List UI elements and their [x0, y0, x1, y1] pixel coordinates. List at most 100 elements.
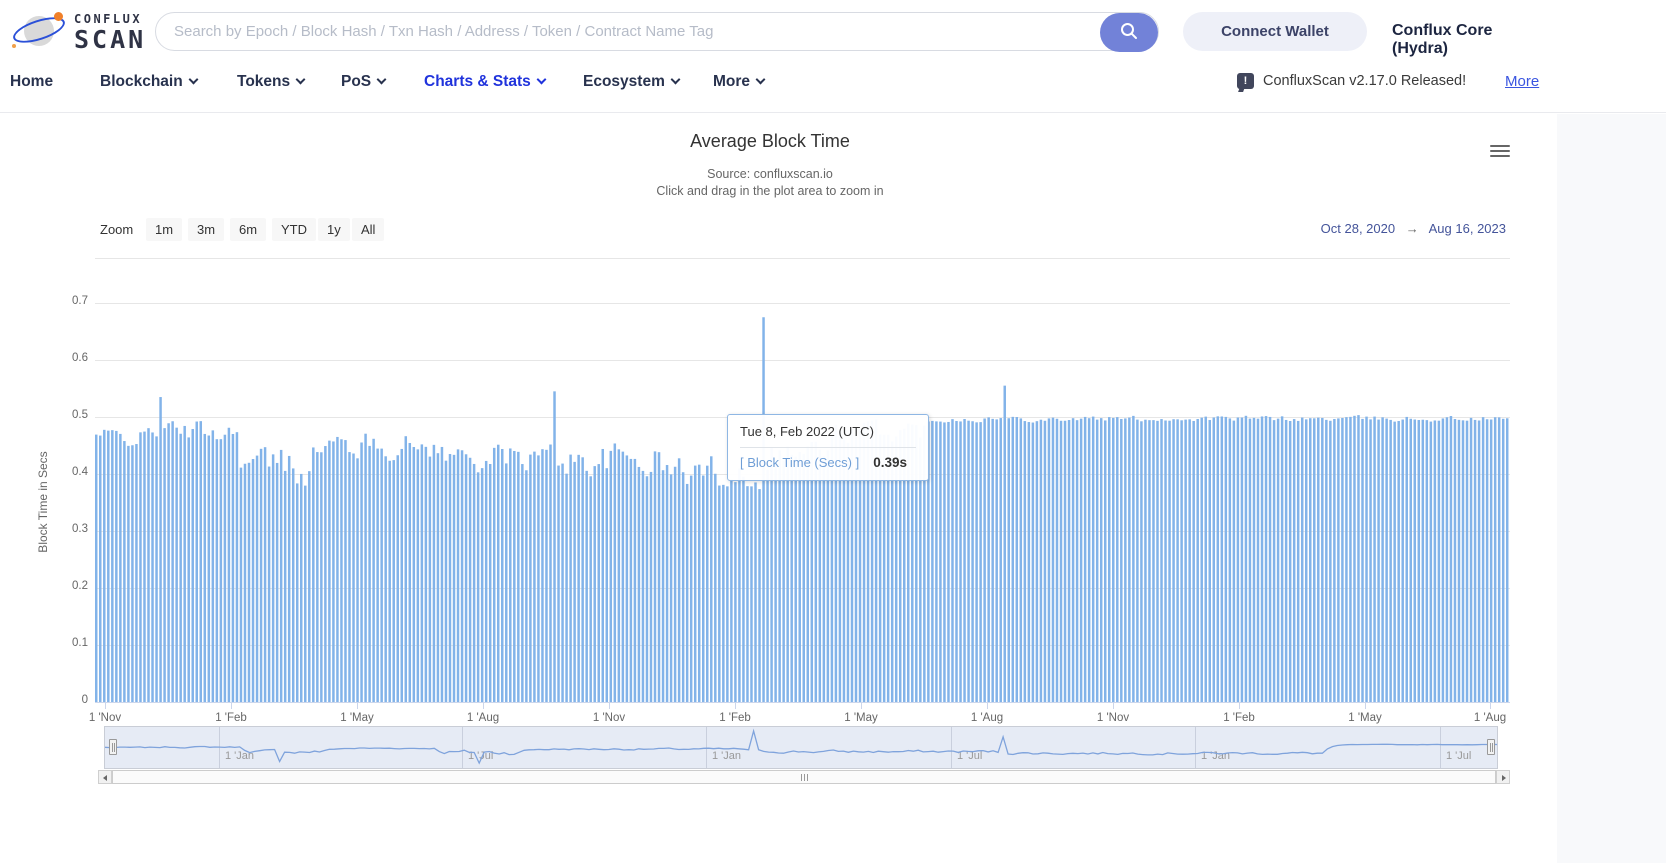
- tooltip-series-label: [ Block Time (Secs) ]: [740, 455, 860, 470]
- y-tick-label: 0.4: [72, 466, 88, 478]
- nav-item-pos[interactable]: PoS: [341, 73, 387, 91]
- tooltip-value: 0.39s: [873, 455, 907, 470]
- range-date-from[interactable]: Oct 28, 2020: [1321, 221, 1395, 236]
- nav-item-label: Tokens: [237, 73, 291, 90]
- x-tick: [1113, 703, 1114, 709]
- planet-star-icon: [12, 44, 16, 48]
- chevron-down-icon: [670, 74, 681, 85]
- navigator-right-handle[interactable]: [1487, 739, 1495, 755]
- logo-line2: SCAN: [74, 25, 147, 54]
- range-dates: Oct 28, 2020 → Aug 16, 2023: [1290, 221, 1506, 236]
- zoom-button-ytd[interactable]: YTD: [272, 218, 316, 241]
- network-selector[interactable]: Conflux Core (Hydra): [1392, 22, 1552, 58]
- navigator-series: [105, 728, 1497, 765]
- logo-text: CONFLUX SCAN: [74, 13, 146, 52]
- chart-navigator[interactable]: 1 'Jan 1 'Jul 1 'Jan 1 'Jul 1 'Jan 1 'Ju…: [104, 726, 1498, 769]
- search-bar: [155, 12, 1159, 52]
- navigator-left-handle[interactable]: [109, 739, 117, 755]
- search-button[interactable]: [1100, 13, 1158, 52]
- top-header: CONFLUX SCAN Connect Wallet Conflux Core…: [0, 0, 1666, 113]
- zoom-label: Zoom: [100, 222, 134, 237]
- range-date-to[interactable]: Aug 16, 2023: [1429, 221, 1506, 236]
- chevron-down-icon: [376, 74, 387, 85]
- x-axis-line: [95, 702, 1510, 703]
- x-tick-label: 1 'Nov: [88, 712, 122, 724]
- nav-item-label: More: [713, 73, 751, 90]
- page-right-gutter: [1557, 114, 1666, 863]
- x-tick: [987, 703, 988, 709]
- x-tick: [357, 703, 358, 709]
- x-tick-label: 1 'Feb: [215, 712, 247, 724]
- nav-item-home[interactable]: Home: [10, 73, 53, 91]
- tooltip-divider: [740, 447, 916, 448]
- announcement[interactable]: ! ConfluxScan v2.17.0 Released!: [1237, 73, 1466, 89]
- y-tick-label: 0.7: [72, 295, 88, 307]
- x-tick-label: 1 'Nov: [592, 712, 626, 724]
- y-tick-label: 0: [81, 694, 88, 706]
- x-tick-label: 1 'Feb: [1223, 712, 1255, 724]
- zoom-button-1m[interactable]: 1m: [146, 218, 183, 241]
- chart-subtitle-source: Source: confluxscan.io: [707, 167, 833, 181]
- zoom-button-6m[interactable]: 6m: [230, 218, 267, 241]
- nav-item-label: PoS: [341, 73, 372, 90]
- y-axis-title: Block Time in Secs: [36, 451, 50, 553]
- connect-wallet-button[interactable]: Connect Wallet: [1183, 12, 1367, 51]
- x-tick: [231, 703, 232, 709]
- chevron-down-icon: [295, 74, 306, 85]
- announcement-more-link[interactable]: More: [1505, 73, 1539, 90]
- x-tick-label: 1 'Aug: [466, 712, 500, 724]
- main-nav: Home Blockchain Tokens PoS Charts & Stat…: [0, 62, 1666, 106]
- search-input[interactable]: [156, 23, 1158, 40]
- nav-item-charts-stats[interactable]: Charts & Stats: [424, 73, 547, 91]
- range-date-separator: →: [1405, 221, 1419, 236]
- y-tick-label: 0.1: [72, 637, 88, 649]
- nav-item-label: Blockchain: [100, 73, 183, 90]
- x-tick-label: 1 'May: [340, 712, 374, 724]
- x-tick-label: 1 'May: [1348, 712, 1382, 724]
- x-tick-label: 1 'Aug: [1473, 712, 1507, 724]
- chart-subtitle-hint: Click and drag in the plot area to zoom …: [656, 184, 884, 198]
- scrollbar-left-arrow-button[interactable]: [98, 770, 112, 784]
- chart-tooltip: Tue 8, Feb 2022 (UTC) [ Block Time (Secs…: [727, 414, 929, 481]
- x-tick: [861, 703, 862, 709]
- x-tick: [483, 703, 484, 709]
- x-tick-label: 1 'Aug: [970, 712, 1004, 724]
- y-tick-label: 0.2: [72, 580, 88, 592]
- hamburger-icon: [1490, 144, 1510, 147]
- x-tick-label: 1 'Feb: [719, 712, 751, 724]
- nav-item-ecosystem[interactable]: Ecosystem: [583, 73, 681, 91]
- x-tick: [105, 703, 106, 709]
- announcement-text: ConfluxScan v2.17.0 Released!: [1263, 73, 1467, 89]
- zoom-button-3m[interactable]: 3m: [188, 218, 225, 241]
- nav-item-blockchain[interactable]: Blockchain: [100, 73, 199, 91]
- chart-context-menu-button[interactable]: [1488, 140, 1512, 160]
- nav-item-tokens[interactable]: Tokens: [237, 73, 306, 91]
- announcement-icon: !: [1237, 73, 1254, 89]
- chevron-down-icon: [755, 74, 766, 85]
- y-tick-label: 0.6: [72, 352, 88, 364]
- x-tick: [1490, 703, 1491, 709]
- chevron-down-icon: [188, 74, 199, 85]
- planet-satellite-icon: [54, 12, 63, 21]
- tooltip-date: Tue 8, Feb 2022 (UTC): [740, 424, 874, 439]
- y-tick-label: 0.3: [72, 523, 88, 535]
- y-tick-label: 0.5: [72, 409, 88, 421]
- logo-line1: CONFLUX: [74, 12, 143, 26]
- x-tick: [1365, 703, 1366, 709]
- x-tick: [1239, 703, 1240, 709]
- confluxscan-logo[interactable]: CONFLUX SCAN: [10, 10, 150, 54]
- zoom-button-all[interactable]: All: [352, 218, 385, 241]
- scrollbar-right-arrow-button[interactable]: [1496, 770, 1510, 784]
- scrollbar-thumb[interactable]: [112, 770, 1496, 784]
- chevron-down-icon: [536, 74, 547, 85]
- scrollbar-grip-icon: [800, 773, 802, 781]
- x-tick-label: 1 'Nov: [1096, 712, 1130, 724]
- nav-item-label: Charts & Stats: [424, 73, 531, 90]
- nav-item-more[interactable]: More: [713, 73, 766, 91]
- x-tick: [735, 703, 736, 709]
- x-tick: [609, 703, 610, 709]
- nav-item-label: Home: [10, 73, 54, 90]
- x-tick-label: 1 'May: [844, 712, 878, 724]
- zoom-button-1y[interactable]: 1y: [318, 218, 350, 241]
- chart-title: Average Block Time: [690, 131, 850, 151]
